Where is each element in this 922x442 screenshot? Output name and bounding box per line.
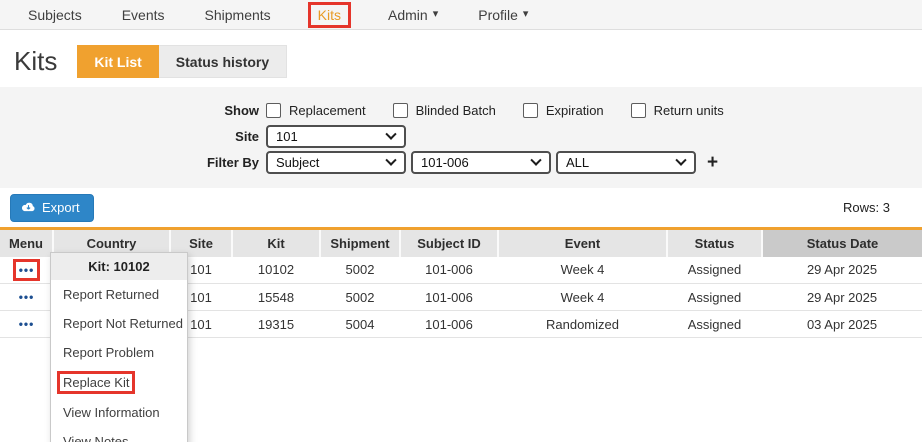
cell-status-date: 03 Apr 2025 bbox=[762, 311, 922, 338]
page-header: Kits Kit List Status history bbox=[0, 30, 922, 87]
context-menu-title: Kit: 10102 bbox=[51, 253, 187, 280]
checkbox-blinded-batch: Blinded Batch bbox=[393, 103, 496, 118]
show-label: Show bbox=[0, 103, 266, 118]
chevron-down-icon bbox=[675, 154, 686, 165]
nav-item-shipments[interactable]: Shipments bbox=[185, 7, 291, 23]
row-menu-button[interactable]: ••• bbox=[16, 262, 38, 278]
nav-item-events[interactable]: Events bbox=[102, 7, 185, 23]
site-filter-row: Site 101 bbox=[0, 125, 922, 148]
tab-group: Kit List Status history bbox=[77, 45, 287, 78]
cell-event: Week 4 bbox=[498, 257, 667, 284]
menu-item-view-information[interactable]: View Information bbox=[51, 398, 187, 427]
return-units-checkbox[interactable] bbox=[631, 103, 646, 118]
tab-kit-list[interactable]: Kit List bbox=[77, 45, 158, 78]
return-units-checkbox-label: Return units bbox=[654, 103, 724, 118]
nav-item-admin[interactable]: Admin ▾ bbox=[368, 7, 458, 23]
cell-kit: 19315 bbox=[232, 311, 320, 338]
nav-item-kits[interactable]: Kits bbox=[291, 5, 368, 25]
chevron-down-icon bbox=[385, 128, 396, 139]
kits-highlight-annotation: Kits bbox=[311, 5, 348, 25]
table-toolbar: Export Rows: 3 bbox=[0, 188, 922, 227]
filter-by-subject-value: 101-006 bbox=[421, 155, 469, 170]
menu-item-report-problem[interactable]: Report Problem bbox=[51, 338, 187, 367]
filter-by-condition-select[interactable]: ALL bbox=[556, 151, 696, 174]
site-label: Site bbox=[0, 129, 266, 144]
filter-panel: Show Replacement Blinded Batch Expiratio… bbox=[0, 87, 922, 188]
cell-status-date: 29 Apr 2025 bbox=[762, 257, 922, 284]
replacement-checkbox[interactable] bbox=[266, 103, 281, 118]
export-button-label: Export bbox=[42, 200, 80, 215]
filter-by-row: Filter By Subject 101-006 ALL + bbox=[0, 151, 922, 174]
cell-shipment: 5004 bbox=[320, 311, 400, 338]
chevron-down-icon bbox=[385, 154, 396, 165]
col-header-kit[interactable]: Kit bbox=[232, 229, 320, 257]
replace-kit-highlight-annotation: Replace Kit bbox=[60, 374, 132, 391]
page-title: Kits bbox=[14, 46, 57, 77]
tab-status-history[interactable]: Status history bbox=[159, 45, 287, 78]
filter-by-condition-value: ALL bbox=[566, 155, 589, 170]
menu-item-replace-kit[interactable]: Replace Kit bbox=[51, 367, 187, 398]
caret-down-icon: ▾ bbox=[433, 9, 439, 20]
export-button[interactable]: Export bbox=[10, 194, 94, 222]
top-navbar: Subjects Events Shipments Kits Admin ▾ P… bbox=[0, 0, 922, 30]
col-header-subject-id[interactable]: Subject ID bbox=[400, 229, 498, 257]
cell-subject-id: 101-006 bbox=[400, 311, 498, 338]
checkbox-expiration: Expiration bbox=[523, 103, 604, 118]
cell-status-date: 29 Apr 2025 bbox=[762, 284, 922, 311]
cell-shipment: 5002 bbox=[320, 284, 400, 311]
col-header-shipment[interactable]: Shipment bbox=[320, 229, 400, 257]
replacement-checkbox-label: Replacement bbox=[289, 103, 366, 118]
nav-item-profile[interactable]: Profile ▾ bbox=[458, 7, 548, 23]
cell-kit: 15548 bbox=[232, 284, 320, 311]
col-header-event[interactable]: Event bbox=[498, 229, 667, 257]
filter-by-field-select[interactable]: Subject bbox=[266, 151, 406, 174]
row-menu-button[interactable]: ••• bbox=[16, 316, 38, 332]
col-header-status[interactable]: Status bbox=[667, 229, 762, 257]
filter-by-field-value: Subject bbox=[276, 155, 319, 170]
menu-item-view-notes[interactable]: View Notes bbox=[51, 427, 187, 442]
cell-kit: 10102 bbox=[232, 257, 320, 284]
cell-status: Assigned bbox=[667, 311, 762, 338]
site-select[interactable]: 101 bbox=[266, 125, 406, 148]
menu-item-report-returned[interactable]: Report Returned bbox=[51, 280, 187, 309]
nav-item-subjects[interactable]: Subjects bbox=[8, 7, 102, 23]
checkbox-replacement: Replacement bbox=[266, 103, 366, 118]
col-header-status-date[interactable]: Status Date bbox=[762, 229, 922, 257]
blinded-batch-checkbox-label: Blinded Batch bbox=[416, 103, 496, 118]
show-filter-row: Show Replacement Blinded Batch Expiratio… bbox=[0, 99, 922, 122]
cell-event: Week 4 bbox=[498, 284, 667, 311]
menu-item-report-not-returned[interactable]: Report Not Returned bbox=[51, 309, 187, 338]
rows-count: Rows: 3 bbox=[843, 200, 890, 215]
expiration-checkbox-label: Expiration bbox=[546, 103, 604, 118]
filter-by-label: Filter By bbox=[0, 155, 266, 170]
chevron-down-icon bbox=[530, 154, 541, 165]
site-select-value: 101 bbox=[276, 129, 298, 144]
filter-by-subject-select[interactable]: 101-006 bbox=[411, 151, 551, 174]
cloud-download-icon bbox=[21, 201, 36, 213]
row-menu-button[interactable]: ••• bbox=[16, 289, 38, 305]
add-filter-button[interactable]: + bbox=[707, 153, 718, 172]
blinded-batch-checkbox[interactable] bbox=[393, 103, 408, 118]
cell-shipment: 5002 bbox=[320, 257, 400, 284]
col-header-menu[interactable]: Menu bbox=[0, 229, 53, 257]
cell-subject-id: 101-006 bbox=[400, 257, 498, 284]
cell-subject-id: 101-006 bbox=[400, 284, 498, 311]
caret-down-icon: ▾ bbox=[523, 9, 529, 20]
checkbox-return-units: Return units bbox=[631, 103, 724, 118]
cell-status: Assigned bbox=[667, 257, 762, 284]
cell-event: Randomized bbox=[498, 311, 667, 338]
kit-context-menu: Kit: 10102 Report Returned Report Not Re… bbox=[50, 252, 188, 442]
expiration-checkbox[interactable] bbox=[523, 103, 538, 118]
cell-status: Assigned bbox=[667, 284, 762, 311]
